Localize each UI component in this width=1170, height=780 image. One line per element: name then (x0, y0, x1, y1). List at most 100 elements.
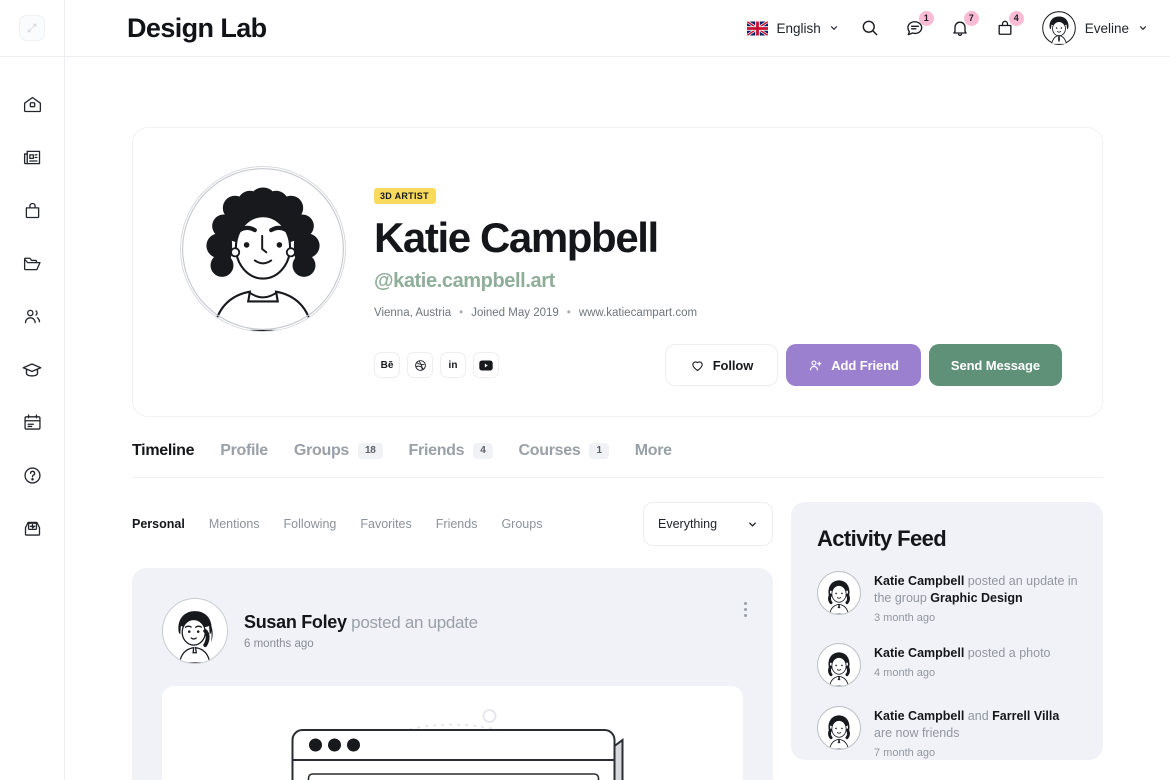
language-label: English (776, 20, 821, 36)
tab-courses[interactable]: Courses 1 (519, 442, 609, 460)
tab-label: Timeline (132, 442, 195, 460)
message-icon[interactable]: 1 (901, 11, 934, 42)
sidebar-nav (10, 57, 54, 545)
brand-title: Design Lab (127, 12, 267, 43)
activity-actor: Katie Campbell (874, 645, 965, 660)
activity-time: 7 month ago (874, 746, 936, 759)
sidebar-header (0, 0, 64, 57)
user-menu[interactable]: Eveline (1041, 11, 1148, 45)
uk-flag-icon (747, 20, 769, 36)
add-friend-button[interactable]: Add Friend (786, 344, 921, 387)
avatar (1041, 11, 1076, 45)
sidebar-item-help[interactable] (10, 459, 54, 492)
meta-separator: • (566, 307, 571, 320)
profile-website: www.katiecampart.com (578, 307, 698, 320)
user-plus-icon (810, 360, 822, 371)
sidebar-item-home[interactable] (10, 88, 54, 121)
bag-badge: 4 (1008, 11, 1024, 26)
profile-meta: Vienna, Austria • Joined May 2019 • www.… (374, 307, 1062, 319)
sidebar-item-members[interactable] (10, 300, 54, 333)
subtab-personal[interactable]: Personal (132, 517, 185, 531)
activity-text: Katie Campbell posted an update in the g… (874, 571, 1081, 607)
activity-item[interactable]: Katie Campbell and Farrell Villa are now… (817, 705, 1081, 759)
subtab-following[interactable]: Following (284, 517, 337, 531)
tab-label: Friends (408, 442, 465, 460)
bell-badge: 7 (963, 11, 979, 26)
role-badge: 3D ARTIST (374, 188, 436, 204)
tab-more[interactable]: More (635, 442, 672, 460)
bell-icon[interactable]: 7 (946, 11, 979, 42)
linkedin-icon[interactable]: in (440, 352, 466, 379)
profile-joined: Joined May 2019 (471, 307, 559, 320)
activity-avatar (817, 642, 861, 687)
meta-separator: • (459, 307, 464, 320)
feed-layout: Personal Mentions Following Favorites Fr… (132, 502, 1103, 780)
tab-count: 1 (589, 443, 609, 460)
profile-name: Katie Campbell (374, 214, 659, 261)
send-message-button[interactable]: Send Message (928, 344, 1062, 387)
tab-label: Profile (220, 442, 268, 460)
subtab-favorites[interactable]: Favorites (360, 517, 411, 531)
profile-action-buttons: Follow Add Friend Send Message (664, 344, 1062, 387)
feed-filter-select[interactable]: Everything (643, 502, 773, 547)
profile-actions: Bē in Follow Add Friend Send Message (374, 344, 1062, 387)
linkedin-label: in (448, 359, 458, 371)
tab-profile[interactable]: Profile (220, 442, 268, 460)
header-actions: English 1 7 4 Eveline (747, 11, 1148, 45)
post-time: 6 months ago (244, 638, 314, 651)
language-selector[interactable]: English (747, 20, 838, 36)
sidebar-item-inbox[interactable] (10, 512, 54, 545)
subtab-groups[interactable]: Groups (501, 517, 542, 531)
feed-filter-row: Personal Mentions Following Favorites Fr… (132, 502, 773, 547)
post-meta: Susan Foley posted an update 6 months ag… (244, 612, 478, 650)
subtab-friends[interactable]: Friends (436, 517, 478, 531)
activity-item[interactable]: Katie Campbell posted an update in the g… (817, 571, 1081, 624)
bag-icon[interactable]: 4 (991, 11, 1024, 42)
sidebar-item-shop[interactable] (10, 194, 54, 227)
profile-avatar (180, 166, 346, 332)
activity-text: Katie Campbell posted a photo (874, 643, 1051, 662)
tab-count: 18 (358, 443, 383, 460)
expand-collapse-icon[interactable] (19, 15, 45, 41)
chevron-down-icon (830, 26, 837, 31)
activity-group: Graphic Design (930, 590, 1023, 605)
user-name: Eveline (1084, 20, 1129, 36)
browser-window-illustration (291, 709, 624, 780)
tab-friends[interactable]: Friends 4 (409, 442, 493, 460)
activity-body: Katie Campbell posted a photo 4 month ag… (874, 643, 1051, 687)
sidebar-item-events[interactable] (10, 406, 54, 439)
sidebar-item-news[interactable] (10, 141, 54, 174)
app-root: Design Lab English 1 7 4 Eveline 3D ARTI… (0, 0, 1170, 780)
activity-action: posted a photo (967, 645, 1051, 660)
follow-button[interactable]: Follow (664, 344, 779, 387)
tab-count: 4 (473, 443, 493, 460)
subtab-mentions[interactable]: Mentions (209, 517, 260, 531)
sidebar-item-courses[interactable] (10, 353, 54, 386)
activity-time: 4 month ago (874, 666, 936, 679)
post-header: Susan Foley posted an update 6 months ag… (162, 598, 743, 665)
tab-timeline[interactable]: Timeline (132, 442, 195, 460)
activity-body: Katie Campbell and Farrell Villa are now… (874, 706, 1059, 759)
dribbble-icon[interactable] (407, 352, 433, 379)
post-action: posted an update (351, 613, 478, 633)
behance-label: Bē (380, 359, 394, 371)
activity-conjunction: and (967, 708, 989, 723)
chevron-down-icon (749, 522, 756, 527)
feed-subtabs: Personal Mentions Following Favorites Fr… (132, 517, 542, 531)
youtube-icon[interactable] (473, 352, 499, 379)
more-vertical-icon[interactable] (744, 602, 747, 618)
activity-text: Katie Campbell and Farrell Villa are now… (874, 706, 1059, 742)
behance-icon[interactable]: Bē (374, 352, 400, 379)
activity-action: posted an update (967, 574, 1065, 589)
activity-feed: Activity Feed Katie Campbell posted an u… (791, 502, 1103, 761)
tab-label: Courses (518, 442, 581, 460)
activity-item[interactable]: Katie Campbell posted a photo 4 month ag… (817, 642, 1081, 687)
content-area: 3D ARTIST Katie Campbell @katie.campbell… (65, 57, 1170, 780)
profile-handle: @katie.campbell.art (374, 270, 555, 293)
chevron-down-icon (1139, 26, 1147, 31)
post-media (162, 686, 743, 780)
tab-groups[interactable]: Groups 18 (294, 442, 383, 460)
sidebar-item-files[interactable] (10, 247, 54, 280)
search-icon[interactable] (856, 14, 884, 42)
send-message-label: Send Message (950, 357, 1040, 373)
